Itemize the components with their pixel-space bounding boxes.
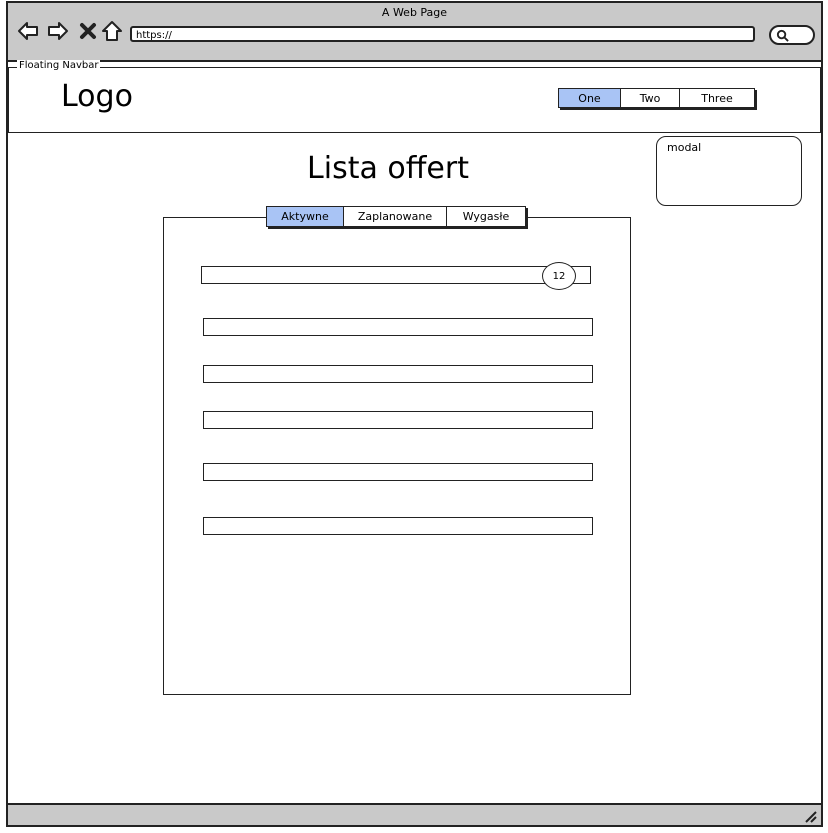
window-title: A Web Page [381,6,448,19]
browser-toolbar: A Web Page https:// [8,3,821,62]
url-input[interactable]: https:// [130,26,755,42]
status-bar [8,803,821,825]
tab-wygasle[interactable]: Wygasłe [447,207,525,226]
page-title: Lista offert [307,151,469,186]
navbar-button-group: One Two Three [558,88,755,108]
offer-row[interactable] [203,318,593,336]
navbar-label: Floating Navbar [17,60,101,71]
count-badge: 12 [542,262,576,290]
nav-button-two[interactable]: Two [621,89,680,107]
nav-button-three[interactable]: Three [680,89,754,107]
browser-window: A Web Page https:// Floating Navbar Logo… [6,1,823,827]
offer-row[interactable] [203,463,593,481]
search-icon [776,29,789,42]
search-button[interactable] [769,25,815,45]
logo[interactable]: Logo [61,79,133,114]
offer-row[interactable] [203,517,593,535]
tab-aktywne[interactable]: Aktywne [267,207,344,226]
home-icon[interactable] [100,19,124,43]
resize-grip-icon[interactable] [803,809,817,823]
tab-zaplanowane[interactable]: Zaplanowane [344,207,447,226]
back-arrow-icon[interactable] [16,19,40,43]
offer-row[interactable] [203,411,593,429]
offer-row[interactable] [203,365,593,383]
offer-row[interactable] [201,266,591,284]
close-x-icon[interactable] [76,19,100,43]
forward-arrow-icon[interactable] [46,19,70,43]
nav-button-one[interactable]: One [559,89,621,107]
offers-tab-bar: Aktywne Zaplanowane Wygasłe [266,206,526,227]
